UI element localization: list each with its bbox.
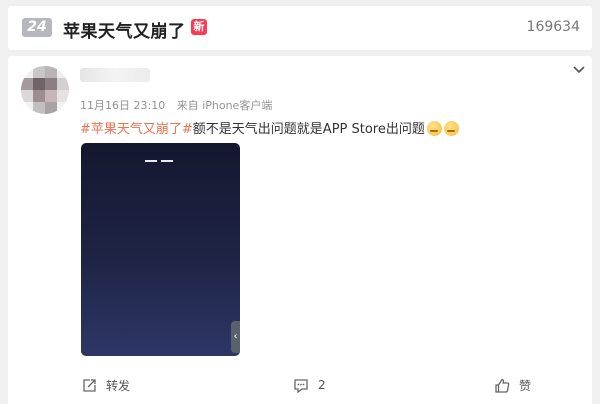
- rank-badge: 24: [22, 18, 52, 37]
- username-blurred[interactable]: [80, 68, 150, 82]
- post-meta: 11月16日 23:10 来自 iPhone客户端: [80, 97, 272, 113]
- like-button[interactable]: 赞: [494, 374, 531, 396]
- repost-icon: [83, 378, 96, 392]
- post-body: 额不是天气出问题就是APP Store出问题: [192, 122, 425, 137]
- crying-face-icon: [443, 121, 459, 136]
- avatar[interactable]: [21, 66, 69, 114]
- post-image[interactable]: ‹: [81, 143, 240, 356]
- repost-button[interactable]: 转发: [82, 374, 130, 396]
- image-side-handle[interactable]: ‹: [231, 321, 240, 353]
- post-text: #苹果天气又崩了#额不是天气出问题就是APP Store出问题: [80, 118, 459, 137]
- like-label: 赞: [519, 378, 532, 393]
- trending-topic-bar[interactable]: 24 苹果天气又崩了 新 169634: [8, 6, 592, 50]
- thumbs-up-icon: [495, 378, 510, 393]
- comment-icon: [294, 378, 308, 393]
- page: 24 苹果天气又崩了 新 169634 11月16日 23:10 来自 iPho…: [0, 0, 600, 404]
- crying-face-icon: [426, 121, 442, 136]
- comment-button[interactable]: 2: [293, 374, 326, 396]
- status-dashes: [145, 160, 175, 164]
- post-card: 11月16日 23:10 来自 iPhone客户端 #苹果天气又崩了#额不是天气…: [8, 56, 592, 404]
- heat-count: 169634: [526, 19, 580, 35]
- topic-title[interactable]: 苹果天气又崩了: [63, 17, 186, 42]
- chevron-down-icon[interactable]: [572, 64, 586, 76]
- post-date[interactable]: 11月16日 23:10: [80, 99, 165, 112]
- new-badge: 新: [191, 19, 207, 35]
- action-bar: 转发 2 赞: [8, 374, 592, 396]
- hashtag-link[interactable]: #苹果天气又崩了#: [80, 122, 193, 137]
- repost-label: 转发: [106, 378, 131, 393]
- comment-count: 2: [318, 378, 326, 392]
- post-source: 来自 iPhone客户端: [176, 99, 273, 112]
